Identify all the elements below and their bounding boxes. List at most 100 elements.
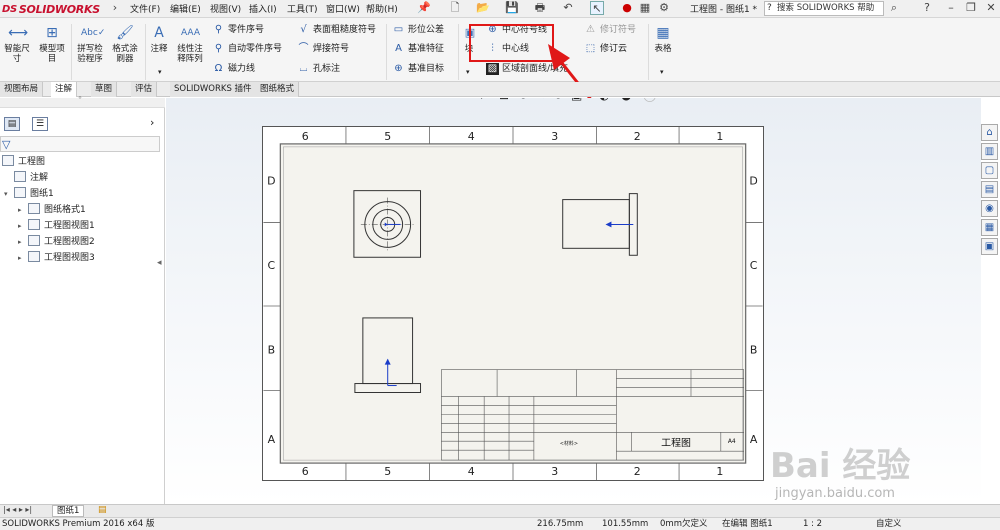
tab-view-layout[interactable]: 视图布局 [0,82,44,97]
drawing-view-icon [28,251,40,262]
format-painter-button[interactable]: 🖌 格式涂 刷器 [108,24,142,64]
tab-addins[interactable]: SOLIDWORKS 插件 [170,82,257,97]
file-explorer-icon[interactable]: ▢ [981,162,998,179]
note-dropdown-icon[interactable]: ▾ [158,68,162,76]
appearances-icon[interactable]: ◉ [981,200,998,217]
undo-icon[interactable]: ↶ [561,1,575,15]
search-icon[interactable]: ⌕ [887,1,901,15]
options-gear-icon[interactable]: ⚙ [657,1,671,15]
expand-icon[interactable]: ▸ [18,235,28,249]
feature-tree-tab-icon[interactable]: ▤ [4,117,20,131]
smart-dimension-button[interactable]: ⟷ 智能尺 寸 [2,24,32,64]
spell-checker-button[interactable]: Abc✓ 拼写检 验程序 [73,24,107,64]
sheet-size: A4 [728,438,736,445]
table-icon: ▦ [656,25,670,41]
save-icon[interactable]: 💾 [505,1,519,15]
select-cursor-icon[interactable]: ↖ [590,1,604,15]
note-button[interactable]: A 注释 [147,24,171,54]
tab-sheet-format[interactable]: 图纸格式 [256,82,300,97]
rotate-icon[interactable]: ↻ [553,98,563,102]
custom-properties-icon[interactable]: ▦ [981,219,998,236]
previous-view-icon[interactable]: ⟲ [517,98,527,102]
balloon-button[interactable]: ⚲ 零件序号 [212,24,264,36]
auto-balloon-button[interactable]: ⚲ 自动零件序号 [212,43,282,55]
traffic-light-icon[interactable]: ● [620,1,634,15]
filter-bar[interactable] [0,136,160,152]
tab-annotation[interactable]: 注解 [51,82,78,97]
home-icon[interactable]: ⌂ [981,124,998,141]
tree-item-view3[interactable]: ▸ 工程图视图3 [18,251,95,265]
rebuild-icon[interactable]: ▦ [638,1,652,15]
product-version: SOLIDWORKS Premium 2016 x64 版 [2,519,155,529]
menu-file[interactable]: 文件(F) [130,2,160,15]
hide-show-icon[interactable]: ◐ [599,98,609,102]
forum-icon[interactable]: ▣ [981,238,998,255]
scene-icon[interactable]: ◯ [643,98,656,102]
sheet-tab-1[interactable]: 图纸1 [52,505,85,517]
minimize-button[interactable]: – [944,1,958,15]
zoom-to-fit-icon[interactable]: ⌕ [481,98,488,103]
tables-button[interactable]: ▦ 表格 [652,24,674,54]
tree-item-sheet-format[interactable]: ▸ 图纸格式1 [18,203,86,217]
menu-edit[interactable]: 编辑(E) [170,2,201,15]
filter-icon[interactable]: ▽ [2,138,10,151]
help-button[interactable]: ? [920,1,934,15]
tab-sketch[interactable]: 草图 [91,82,118,97]
view-palette-icon[interactable]: ▤ [981,181,998,198]
zoom-area-icon[interactable]: ⊡ [499,98,509,102]
tab-evaluate[interactable]: 评估 [131,82,158,97]
revision-symbol-button[interactable]: ⚠ 修订符号 [584,24,636,36]
add-sheet-icon[interactable]: ▤ [98,505,107,515]
model-items-button[interactable]: ⊞ 模型项 目 [36,24,68,64]
solidworks-logo[interactable]: DS SOLIDWORKS [2,1,100,17]
linear-note-pattern-button[interactable]: AAA 线性注 释阵列 [173,24,207,64]
pin-icon[interactable]: 📌 [417,1,431,15]
expand-icon[interactable]: ▸ [18,203,28,217]
sketch-icon[interactable]: ✎ [535,98,545,102]
datum-target-button[interactable]: ⊕ 基准目标 [392,63,444,75]
unit-system[interactable]: 自定义 [876,518,902,530]
magnet-icon: Ω [214,63,223,74]
expand-icon[interactable]: ▸ [18,251,28,265]
tables-dropdown-icon[interactable]: ▾ [660,68,664,76]
tree-item-view2[interactable]: ▸ 工程图视图2 [18,235,95,249]
close-button[interactable]: ✕ [984,1,998,15]
datum-feature-button[interactable]: A 基准特征 [392,43,444,55]
sheet-nav-arrows-icon[interactable]: |◂ ◂ ▸ ▸| [3,505,32,514]
print-icon[interactable]: 🖶 [533,1,547,15]
tree-item-sheet[interactable]: ▾ 图纸1 [4,187,54,201]
tree-root[interactable]: 工程图 [2,155,45,169]
tree-item-view1[interactable]: ▸ 工程图视图1 [18,219,95,233]
zone-col-6-bottom: 6 [302,465,309,478]
menu-view[interactable]: 视图(V) [210,2,241,15]
panel-grip[interactable]: ° [0,95,165,108]
block-dropdown-icon[interactable]: ▾ [466,68,470,76]
appearance-icon[interactable]: ◒ [621,98,631,102]
menu-help[interactable]: 帮助(H) [366,2,398,15]
chevron-right-icon[interactable]: › [150,116,154,129]
expand-icon[interactable]: ▸ [18,219,28,233]
geometric-tolerance-button[interactable]: ▭ 形位公差 [392,24,444,36]
magnetic-line-button[interactable]: Ω 磁力线 [212,63,255,75]
collapse-icon[interactable]: ▾ [4,187,14,201]
command-tabs: 视图布局 注解 草图 评估 SOLIDWORKS 插件 图纸格式 [0,82,1000,97]
menu-tools[interactable]: 工具(T) [287,2,318,15]
property-manager-tab-icon[interactable]: ☰ [32,117,48,131]
sheet-tabs-bar: |◂ ◂ ▸ ▸| 图纸1 ▤ [0,504,1000,517]
menu-window[interactable]: 窗口(W) [326,2,360,15]
weld-symbol-button[interactable]: ⌒ 焊接符号 [297,43,350,55]
sheet-scale[interactable]: 1 : 2 [803,518,822,530]
expand-arrow-icon[interactable]: › [108,1,122,15]
design-library-icon[interactable]: ▥ [981,143,998,160]
drawing-sheet[interactable]: 6 5 4 3 2 1 6 5 4 3 2 1 D C B A D C B A [262,126,764,481]
open-file-icon[interactable]: 📂 [476,1,490,15]
display-style-icon[interactable]: ▣ [571,98,582,102]
help-search-box[interactable]: ? 搜索 SOLIDWORKS 帮助 [764,1,884,16]
new-file-icon[interactable]: 🗋 [448,1,462,15]
restore-button[interactable]: ❐ [964,1,978,15]
surface-finish-button[interactable]: √ 表面粗糙度符号 [297,24,376,36]
menu-insert[interactable]: 插入(I) [249,2,277,15]
panel-collapse-arrow-icon[interactable]: ◂ [157,258,162,268]
hole-callout-button[interactable]: ⌴ 孔标注 [297,63,341,75]
tree-item-annotations[interactable]: 注解 [14,171,48,185]
